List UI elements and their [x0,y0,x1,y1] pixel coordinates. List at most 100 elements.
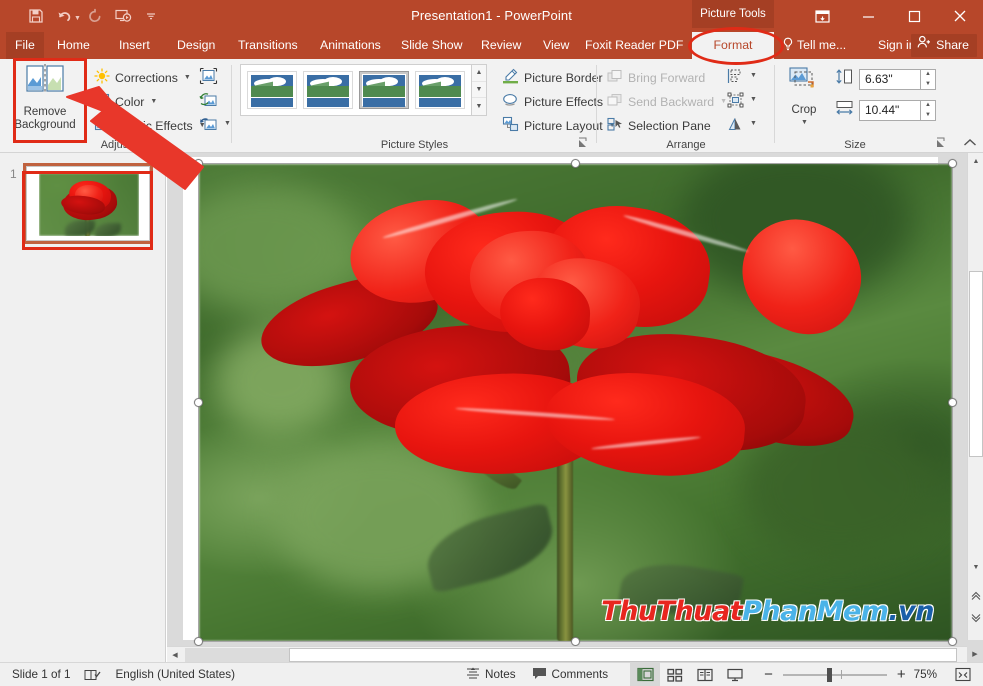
shape-width-spinner[interactable]: ▲ ▼ [921,99,936,121]
reset-picture-dropdown-caret[interactable]: ▼ [224,120,231,127]
zoom-knob[interactable] [826,667,832,682]
crop-icon [784,65,824,100]
height-spin-down[interactable]: ▼ [921,79,935,89]
shape-width-input[interactable]: 10.44" [859,99,921,121]
color-dropdown-caret[interactable]: ▼ [150,98,157,105]
rotate-dropdown-caret[interactable]: ▼ [750,120,757,127]
rotate-objects-button[interactable]: ▼ [725,113,759,134]
width-spin-up[interactable]: ▲ [921,101,935,111]
tab-home[interactable]: Home [48,32,99,59]
crop-button[interactable]: Crop ▼ [779,65,829,126]
slide-canvas[interactable]: ThuThuatPhanMem.vn [183,157,957,646]
horizontal-scrollbar[interactable]: ◀ [167,646,967,662]
gallery-more-button[interactable]: ▼ [472,98,486,115]
gallery-scroll-down-button[interactable]: ▼ [472,82,486,99]
start-slideshow-icon[interactable] [109,2,137,30]
crop-dropdown-caret[interactable]: ▼ [801,119,808,126]
tab-design[interactable]: Design [168,32,224,59]
scroll-left-button[interactable]: ◀ [167,647,183,663]
tab-slide-show[interactable]: Slide Show [392,32,472,59]
tab-transitions[interactable]: Transitions [229,32,307,59]
spell-check-icon[interactable] [78,663,107,686]
group-objects-button[interactable]: ▼ [725,89,759,110]
scroll-right-button[interactable]: ▶ [967,646,983,662]
remove-background-button[interactable]: Remove Background [8,63,82,132]
resize-handle-bottom-right[interactable] [948,637,957,646]
collapse-ribbon-icon[interactable] [963,138,977,151]
send-backward-button[interactable]: Send Backward ▼ [605,91,729,112]
scroll-up-button[interactable]: ▲ [968,153,983,170]
close-icon[interactable] [937,0,983,32]
tell-me-box[interactable]: Tell me... [782,32,846,59]
align-dropdown-caret[interactable]: ▼ [750,72,757,79]
horizontal-scroll-thumb[interactable] [289,648,957,662]
vertical-scrollbar[interactable]: ▲ ▼ [967,153,983,640]
tab-file[interactable]: File [6,32,44,59]
save-icon[interactable] [22,2,50,30]
tab-view[interactable]: View [534,32,578,59]
tab-format[interactable]: Format [692,32,774,59]
width-spin-down[interactable]: ▼ [921,110,935,120]
picture-style-thumb[interactable] [415,71,465,109]
artistic-effects-icon [94,116,110,135]
shape-height-input[interactable]: 6.63" [859,68,921,90]
compress-pictures-button[interactable] [196,65,221,86]
tab-review[interactable]: Review [472,32,530,59]
picture-styles-gallery[interactable] [240,64,472,116]
maximize-icon[interactable] [891,0,937,32]
zoom-slider[interactable]: − + [760,663,910,686]
slide-picture[interactable]: ThuThuatPhanMem.vn [199,164,952,641]
zoom-out-button[interactable]: − [760,663,777,686]
slide-show-button[interactable] [720,663,750,686]
resize-handle-top-right[interactable] [948,159,957,168]
minimize-icon[interactable] [845,0,891,32]
redo-icon[interactable] [81,2,109,30]
resize-handle-middle-left[interactable] [194,398,203,407]
scroll-down-button[interactable]: ▼ [968,559,983,576]
corrections-button[interactable]: Corrections ▼ [92,67,193,88]
height-spin-up[interactable]: ▲ [921,70,935,80]
corrections-dropdown-caret[interactable]: ▼ [184,74,191,81]
previous-slide-button[interactable] [968,587,983,604]
picture-style-thumb-selected[interactable] [359,71,409,109]
tab-animations[interactable]: Animations [311,32,390,59]
picture-style-thumb[interactable] [303,71,353,109]
notes-button[interactable]: Notes [458,663,524,686]
color-button[interactable]: Color ▼ [92,91,159,112]
artistic-effects-button[interactable]: Artistic Effects ▼ [92,115,208,136]
picture-styles-dialog-launcher[interactable] [578,137,591,150]
language-indicator[interactable]: English (United States) [107,663,243,686]
resize-handle-top-left[interactable] [194,159,203,168]
resize-handle-middle-right[interactable] [948,398,957,407]
picture-style-thumb[interactable] [247,71,297,109]
change-picture-button[interactable] [196,89,221,110]
tab-insert[interactable]: Insert [110,32,159,59]
customize-qat-icon[interactable] [137,2,165,30]
selection-pane-button[interactable]: Selection Pane [605,115,713,136]
fit-slide-to-window-button[interactable] [947,663,983,686]
slide-sorter-view-button[interactable] [660,663,690,686]
resize-handle-bottom-left[interactable] [194,637,203,646]
vertical-scroll-thumb[interactable] [969,271,983,457]
gallery-scroll-up-button[interactable]: ▲ [472,65,486,82]
reset-picture-button[interactable]: ▼ [196,113,234,134]
comments-button[interactable]: Comments [524,663,617,686]
undo-dropdown-caret[interactable]: ▼ [74,15,81,22]
tab-foxit-reader-pdf[interactable]: Foxit Reader PDF [576,32,692,59]
ribbon-display-options-icon[interactable] [799,0,845,32]
zoom-in-button[interactable]: + [893,663,910,686]
normal-view-button[interactable] [630,662,661,686]
bring-forward-button[interactable]: Bring Forward [605,67,707,88]
size-dialog-launcher[interactable] [936,137,949,150]
sign-in-button[interactable]: Sign in [878,32,916,59]
next-slide-button[interactable] [968,609,983,626]
group-dropdown-caret[interactable]: ▼ [750,96,757,103]
slide-thumbnail-1[interactable] [26,166,150,241]
resize-handle-bottom-center[interactable] [571,637,580,646]
shape-height-spinner[interactable]: ▲ ▼ [921,68,936,90]
zoom-track[interactable] [782,667,887,683]
resize-handle-top-center[interactable] [571,159,580,168]
reading-view-button[interactable] [690,663,720,686]
align-objects-button[interactable]: ▼ [725,65,759,86]
share-button[interactable]: Share [911,34,977,57]
